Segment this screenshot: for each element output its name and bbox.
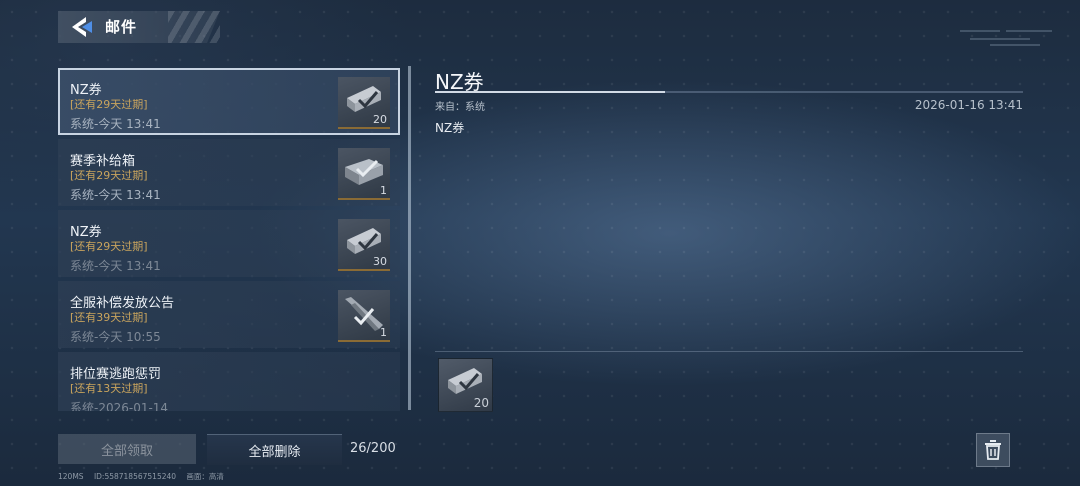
mail-item-count: 1 (380, 184, 387, 197)
trash-icon (985, 440, 1001, 460)
ping-readout: 120MS (58, 472, 84, 481)
mail-item-expiry: [还有13天过期] (70, 382, 148, 395)
mail-list-item[interactable]: NZ券 [还有29天过期] 系统-今天 13:41 30 (58, 210, 400, 277)
mail-item-expiry: [还有29天过期] (70, 169, 148, 182)
delete-mail-button[interactable] (976, 433, 1010, 467)
supply-crate-icon (345, 159, 383, 185)
status-bar: 120MS ID:558718567515240 画面：高清 (58, 471, 232, 482)
mail-item-expiry: [还有29天过期] (70, 240, 148, 253)
mail-list-item[interactable]: 全服补偿发放公告 [还有39天过期] 系统-今天 10:55 1 (58, 281, 400, 348)
detail-sender: 来自：系统 (435, 102, 485, 113)
mail-item-reward: 1 (338, 148, 390, 200)
delete-all-button[interactable]: 全部删除 (207, 434, 342, 465)
mail-item-meta: 系统-2026-01-14 (70, 401, 169, 411)
mail-item-meta: 系统-今天 10:55 (70, 330, 161, 344)
mail-list-item[interactable]: NZ券 [还有29天过期] 系统-今天 13:41 20 (58, 68, 400, 135)
mail-item-expiry: [还有39天过期] (70, 311, 148, 324)
voucher-ticket-icon (448, 368, 482, 394)
mail-item-reward: 30 (338, 219, 390, 271)
mail-item-reward: 1 (338, 290, 390, 342)
attachment-count: 20 (473, 396, 489, 410)
top-right-decoration (960, 26, 1052, 48)
player-id: ID:558718567515240 (93, 472, 177, 481)
mail-item-count: 1 (380, 326, 387, 339)
mail-item-expiry: [还有29天过期] (70, 98, 148, 111)
mail-item-meta: 系统-今天 13:41 (70, 259, 161, 273)
mail-list-item[interactable]: 赛季补给箱 [还有29天过期] 系统-今天 13:41 1 (58, 139, 400, 206)
attachment-divider (435, 351, 1023, 352)
header-stripes (168, 11, 220, 43)
mail-item-count: 20 (373, 113, 387, 126)
scrollbar-thumb[interactable] (408, 66, 411, 410)
detail-body: NZ券 (435, 121, 465, 135)
mail-count: 26/200 (350, 441, 396, 456)
graphics-quality: 画面：高清 (186, 472, 224, 481)
mail-item-count: 30 (373, 255, 387, 268)
page-header: 邮件 (58, 11, 220, 43)
mail-item-reward: 20 (338, 77, 390, 129)
claim-all-button[interactable]: 全部领取 (58, 434, 196, 464)
attachment-item[interactable]: 20 (438, 358, 493, 412)
page-title: 邮件 (105, 18, 138, 36)
mail-list-scrollbar[interactable] (408, 66, 411, 410)
weapon-skin-icon (345, 297, 383, 331)
mail-list-item[interactable]: 排位赛逃跑惩罚 [还有13天过期] 系统-2026-01-14 (58, 352, 400, 411)
detail-divider (435, 91, 1023, 93)
mail-item-meta: 系统-今天 13:41 (70, 188, 161, 202)
back-button[interactable] (68, 15, 94, 39)
back-arrow-icon (72, 17, 92, 37)
mail-list: NZ券 [还有29天过期] 系统-今天 13:41 20 赛季补给箱 [还有29… (58, 66, 402, 411)
detail-date: 2026-01-16 13:41 (914, 98, 1023, 112)
mail-item-meta: 系统-今天 13:41 (70, 117, 161, 131)
